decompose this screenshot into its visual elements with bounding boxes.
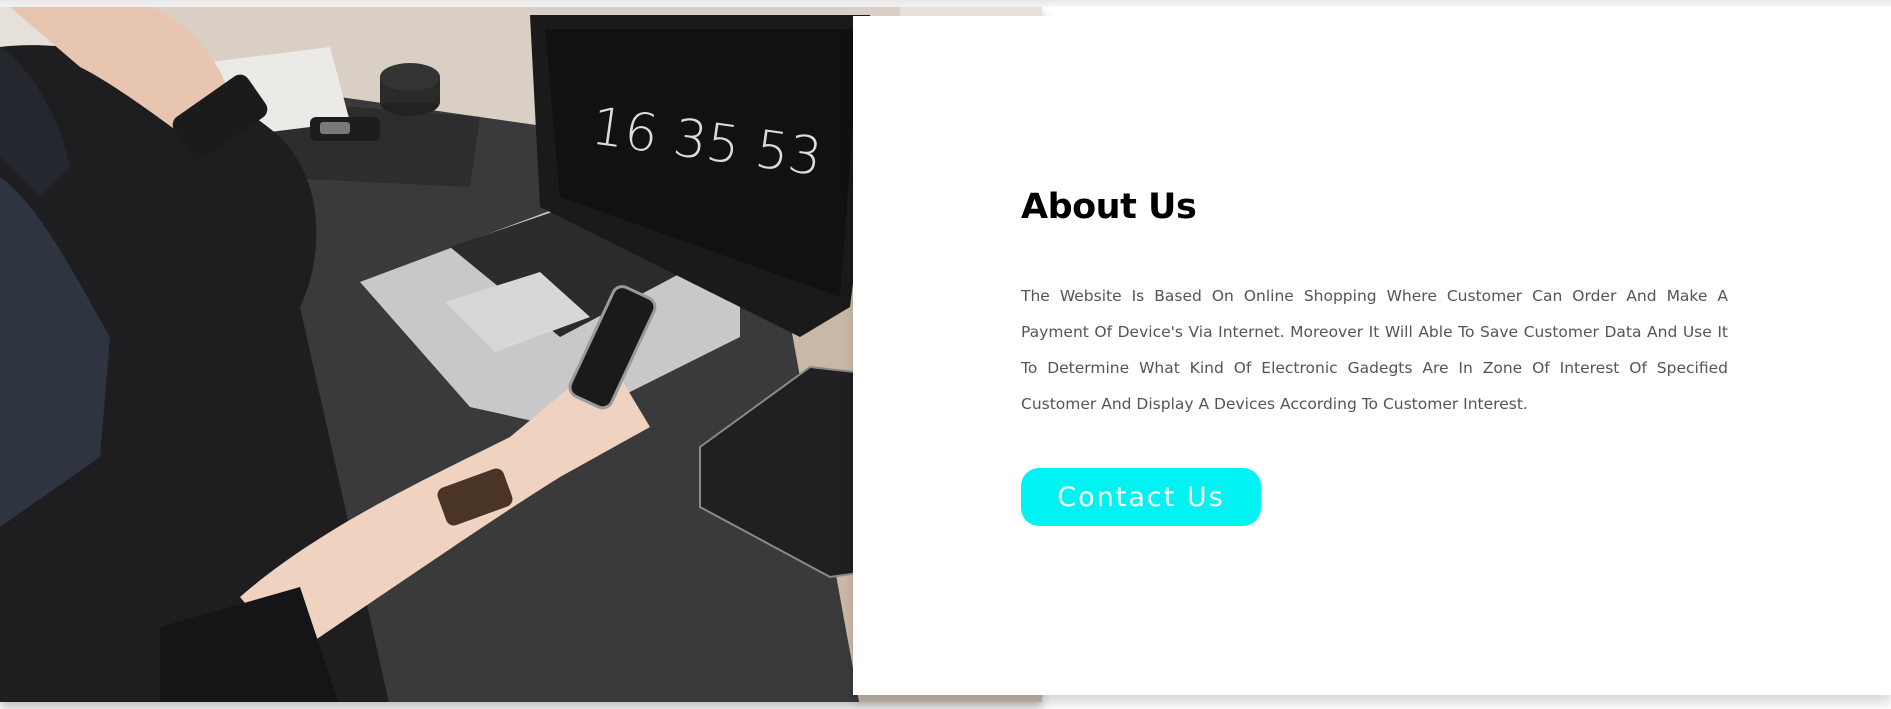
- contact-us-button[interactable]: Contact Us: [1021, 468, 1261, 526]
- about-description: The Website Is Based On Online Shopping …: [1021, 287, 1728, 413]
- top-border-strip: [0, 0, 1891, 7]
- about-title: About Us: [1021, 187, 1197, 227]
